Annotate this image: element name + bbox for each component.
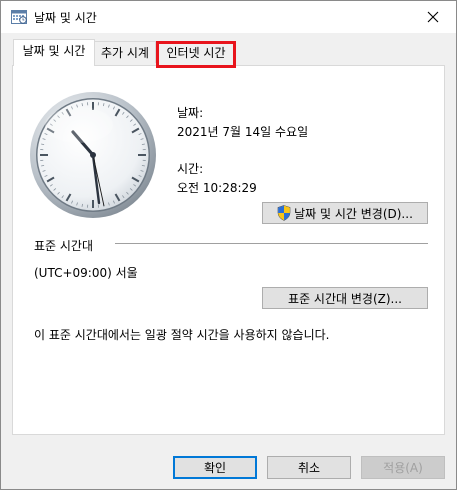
close-button[interactable] [410,1,456,33]
datetime-app-icon [11,10,27,24]
uac-shield-icon [277,205,291,221]
date-time-dialog: 날짜 및 시간 날짜 및 시간 추가 시계 인터넷 시간 날짜: 2021년 7… [0,0,457,490]
time-label: 시간: [177,162,204,176]
change-date-time-label: 날짜 및 시간 변경(D)... [294,206,413,221]
cancel-label: 취소 [297,461,321,475]
change-timezone-label: 표준 시간대 변경(Z)... [288,291,402,306]
tab-label: 인터넷 시간 [166,46,226,60]
ok-label: 확인 [203,461,227,475]
change-date-time-button[interactable]: 날짜 및 시간 변경(D)... [262,202,428,224]
close-icon [427,11,439,23]
ok-button[interactable]: 확인 [173,456,257,479]
apply-label: 적용(A) [383,461,423,475]
apply-button[interactable]: 적용(A) [361,456,445,479]
tab-label: 추가 시계 [101,46,149,60]
change-timezone-button[interactable]: 표준 시간대 변경(Z)... [262,287,428,309]
timezone-value: (UTC+09:00) 서울 [34,266,138,280]
dst-note: 이 표준 시간대에서는 일광 절약 시간을 사용하지 않습니다. [34,328,330,342]
timezone-divider [115,243,428,244]
tab-internet-time[interactable]: 인터넷 시간 [156,41,236,63]
tab-date-time[interactable]: 날짜 및 시간 [13,39,95,66]
time-value: 오전 10:28:29 [177,181,257,195]
title-bar: 날짜 및 시간 [1,1,456,33]
timezone-heading: 표준 시간대 [34,239,94,253]
cancel-button[interactable]: 취소 [267,456,351,479]
date-value: 2021년 7월 14일 수요일 [177,125,309,139]
date-label: 날짜: [177,106,204,120]
window-title: 날짜 및 시간 [34,11,97,25]
tab-additional-clocks[interactable]: 추가 시계 [95,41,156,63]
analog-clock [30,92,156,218]
tab-label: 날짜 및 시간 [22,44,86,58]
